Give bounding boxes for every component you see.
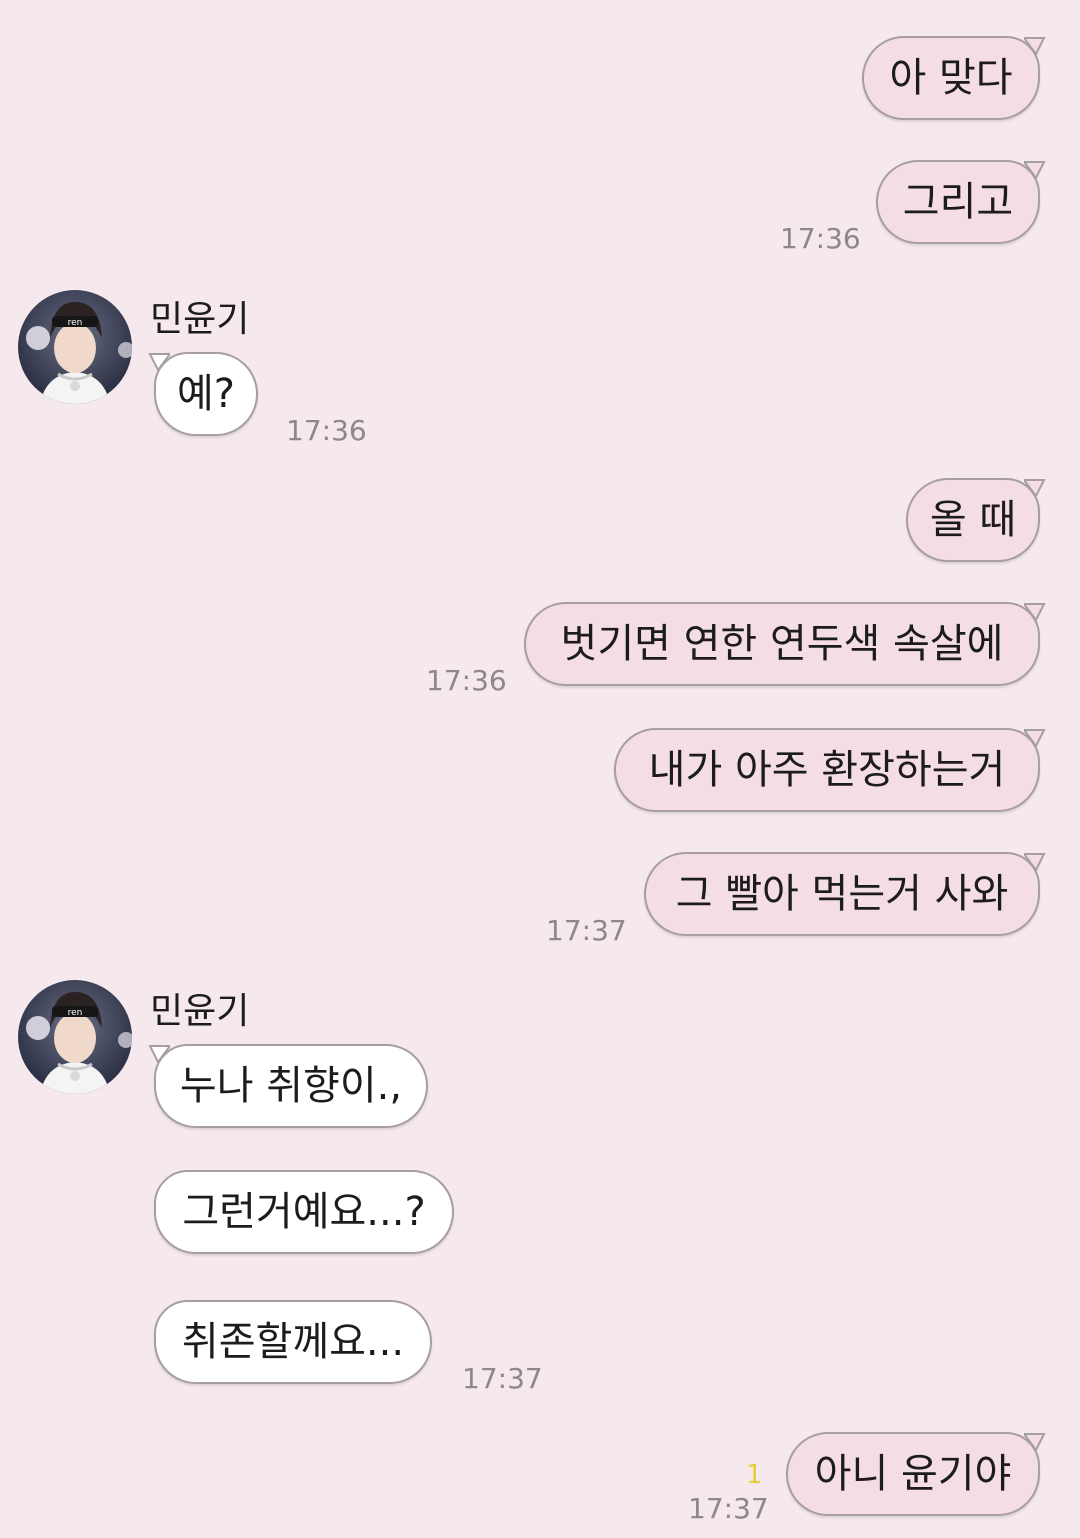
bubble-tail-icon (148, 1045, 170, 1064)
message-text: 그리고 (902, 179, 1014, 225)
message-bubble-mine[interactable]: 아 맞다 (862, 36, 1046, 120)
message-bubble-mine[interactable]: 아니 윤기야 (786, 1432, 1046, 1516)
message-timestamp: 17:36 (286, 414, 367, 447)
message-bubble-partner[interactable]: 그런거예요...? (154, 1170, 454, 1254)
message-timestamp: 17:37 (546, 914, 627, 947)
partner-avatar[interactable]: ren (18, 290, 132, 404)
bubble-tail-icon (148, 353, 170, 372)
message-bubble-mine[interactable]: 내가 아주 환장하는거 (614, 728, 1046, 812)
message-timestamp: 17:37 (462, 1362, 543, 1395)
message-bubble-mine[interactable]: 그리고 (876, 160, 1046, 244)
message-text: 그런거예요...? (182, 1189, 426, 1235)
message-bubble-mine[interactable]: 벗기면 연한 연두색 속살에 (524, 602, 1046, 686)
message-text: 내가 아주 환장하는거 (648, 747, 1006, 793)
sender-name: 민윤기 (150, 299, 250, 340)
message-timestamp: 17:36 (426, 664, 507, 697)
message-text: 벗기면 연한 연두색 속살에 (560, 621, 1004, 667)
avatar-photo-icon: ren (18, 980, 132, 1094)
partner-avatar[interactable]: ren (18, 980, 132, 1094)
message-text: 취존할께요... (181, 1319, 405, 1365)
message-text: 그 빨아 먹는거 사와 (675, 871, 1009, 917)
message-bubble-partner[interactable]: 취존할께요... (154, 1300, 432, 1384)
message-bubble-mine[interactable]: 그 빨아 먹는거 사와 (644, 852, 1046, 936)
bubble-tail-icon (1024, 729, 1046, 748)
message-text: 아 맞다 (889, 55, 1013, 101)
bubble-tail-icon (1024, 1433, 1046, 1452)
message-timestamp: 17:36 (780, 222, 861, 255)
message-bubble-partner[interactable]: 예? (148, 352, 258, 436)
unread-count-badge: 1 (746, 1460, 763, 1490)
avatar-photo-icon: ren (18, 290, 132, 404)
bubble-tail-icon (1024, 161, 1046, 180)
message-text: 예? (176, 371, 236, 417)
bubble-tail-icon (1024, 603, 1046, 622)
message-bubble-partner[interactable]: 누나 취향이., (148, 1044, 428, 1128)
bubble-tail-icon (1024, 853, 1046, 872)
message-text: 올 때 (929, 497, 1017, 543)
message-timestamp: 17:37 (688, 1492, 769, 1525)
svg-text:ren: ren (68, 318, 83, 328)
bubble-tail-icon (1024, 37, 1046, 56)
sender-name: 민윤기 (150, 991, 250, 1032)
message-bubble-mine[interactable]: 올 때 (906, 478, 1046, 562)
svg-text:ren: ren (68, 1008, 83, 1018)
message-text: 누나 취향이., (179, 1063, 403, 1109)
bubble-tail-icon (1024, 479, 1046, 498)
message-text: 아니 윤기야 (814, 1451, 1012, 1497)
